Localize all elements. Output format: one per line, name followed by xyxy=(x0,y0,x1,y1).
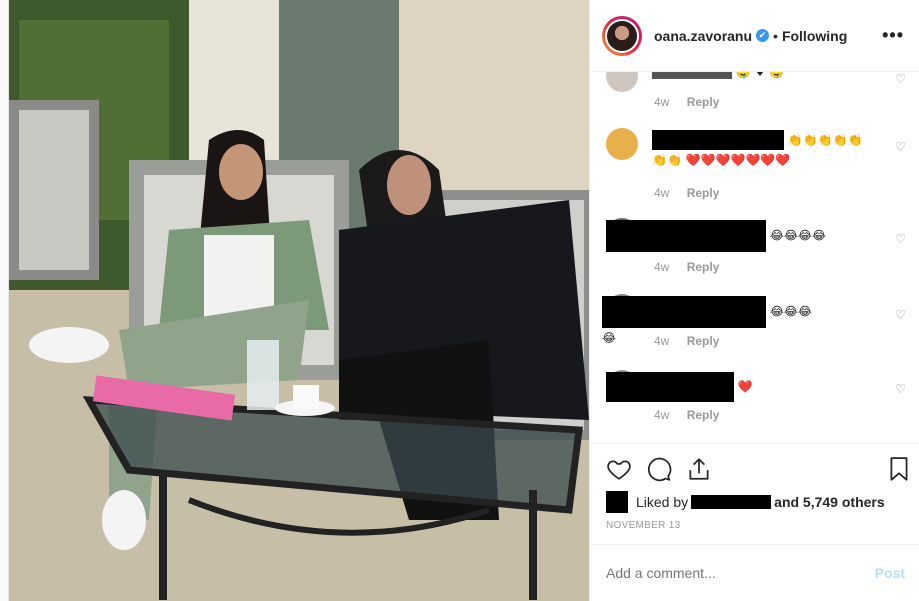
reply-button[interactable]: Reply xyxy=(687,260,720,274)
post-header: oana.zavoranu ✔ • Following ••• xyxy=(590,0,919,72)
comment-like-icon[interactable]: ♡ xyxy=(895,140,906,154)
post-container: oana.zavoranu ✔ • Following ••• 🤤 ♥ 🤤 4w… xyxy=(8,0,919,601)
comment-avatar[interactable] xyxy=(606,128,638,160)
comment-item: ❤️ 4w Reply ♡ xyxy=(606,370,906,430)
reply-button[interactable]: Reply xyxy=(687,95,720,109)
bookmark-icon[interactable] xyxy=(886,456,912,482)
heart-icon[interactable] xyxy=(606,456,632,482)
redacted-username xyxy=(652,130,784,151)
comment-meta: 4w Reply xyxy=(654,260,719,274)
comment-item: 🤤 ♥ 🤤 4w Reply ♡ xyxy=(606,72,906,120)
liker-avatar-redacted xyxy=(606,491,628,513)
add-comment-bar: Post xyxy=(590,544,919,601)
likes-count-link[interactable]: and 5,749 others xyxy=(774,494,885,510)
username-link[interactable]: oana.zavoranu xyxy=(654,28,752,44)
comment-item: 😂😂😂😂 4w Reply ♡ xyxy=(606,218,906,278)
redacted-username xyxy=(652,72,732,80)
likes-row: Liked by and 5,749 others xyxy=(606,490,906,514)
comment-emojis: 🤤 ♥ 🤤 xyxy=(735,72,785,79)
reply-button[interactable]: Reply xyxy=(687,408,720,422)
photo-illustration xyxy=(9,0,589,601)
comment-item: 😂😂😂😂 4w Reply ♡ xyxy=(602,294,906,354)
comment-text: ❤️ xyxy=(606,372,826,402)
comment-like-icon[interactable]: ♡ xyxy=(895,72,906,86)
avatar-image xyxy=(605,18,639,53)
redacted-liker[interactable] xyxy=(691,495,772,509)
comment-input[interactable] xyxy=(606,565,856,581)
post-side-panel: oana.zavoranu ✔ • Following ••• 🤤 ♥ 🤤 4w… xyxy=(589,0,919,601)
comment-like-icon[interactable]: ♡ xyxy=(895,382,906,396)
reply-button[interactable]: Reply xyxy=(687,334,720,348)
post-photo[interactable] xyxy=(9,0,589,601)
comment-meta: 4w Reply xyxy=(654,408,719,422)
redacted-username xyxy=(606,220,766,252)
header-separator: • xyxy=(773,27,778,44)
comment-text: 👏👏👏👏👏👏👏 ❤️❤️❤️❤️❤️❤️❤️ xyxy=(652,130,872,169)
comment-text: 🤤 ♥ 🤤 xyxy=(652,72,872,81)
comments-list[interactable]: 🤤 ♥ 🤤 4w Reply ♡ 👏👏👏👏👏👏👏 ❤️❤️❤️❤️❤️❤️❤️ … xyxy=(590,72,919,444)
redacted-username xyxy=(606,372,734,402)
comment-like-icon[interactable]: ♡ xyxy=(895,308,906,322)
redacted-username xyxy=(602,296,766,328)
comment-time: 4w xyxy=(654,186,670,200)
profile-avatar[interactable] xyxy=(602,15,642,56)
comment-time: 4w xyxy=(654,260,670,274)
comment-time: 4w xyxy=(654,95,670,109)
post-comment-button[interactable]: Post xyxy=(875,565,905,581)
comment-meta: 4w Reply xyxy=(654,334,719,348)
reply-button[interactable]: Reply xyxy=(687,186,720,200)
more-options-icon[interactable]: ••• xyxy=(882,25,904,46)
comment-meta: 4w Reply xyxy=(654,186,719,200)
following-button[interactable]: Following xyxy=(782,28,847,44)
comment-like-icon[interactable]: ♡ xyxy=(895,232,906,246)
comment-time: 4w xyxy=(654,334,670,348)
action-bar xyxy=(590,444,919,490)
comment-text: 😂😂😂😂 xyxy=(606,220,826,252)
verified-badge-icon: ✔ xyxy=(756,29,770,42)
comment-meta: 4w Reply xyxy=(654,95,719,109)
comment-time: 4w xyxy=(654,408,670,422)
comment-emojis: ❤️ xyxy=(737,379,753,394)
comment-icon[interactable] xyxy=(646,456,672,482)
liked-by-label: Liked by xyxy=(636,494,689,510)
comment-emojis: 😂😂😂😂 xyxy=(769,228,826,243)
comment-avatar[interactable] xyxy=(606,72,638,92)
comment-item: 👏👏👏👏👏👏👏 ❤️❤️❤️❤️❤️❤️❤️ 4w Reply ♡ xyxy=(606,128,906,200)
post-date[interactable]: NOVEMBER 13 xyxy=(606,520,680,531)
share-icon[interactable] xyxy=(686,456,712,482)
